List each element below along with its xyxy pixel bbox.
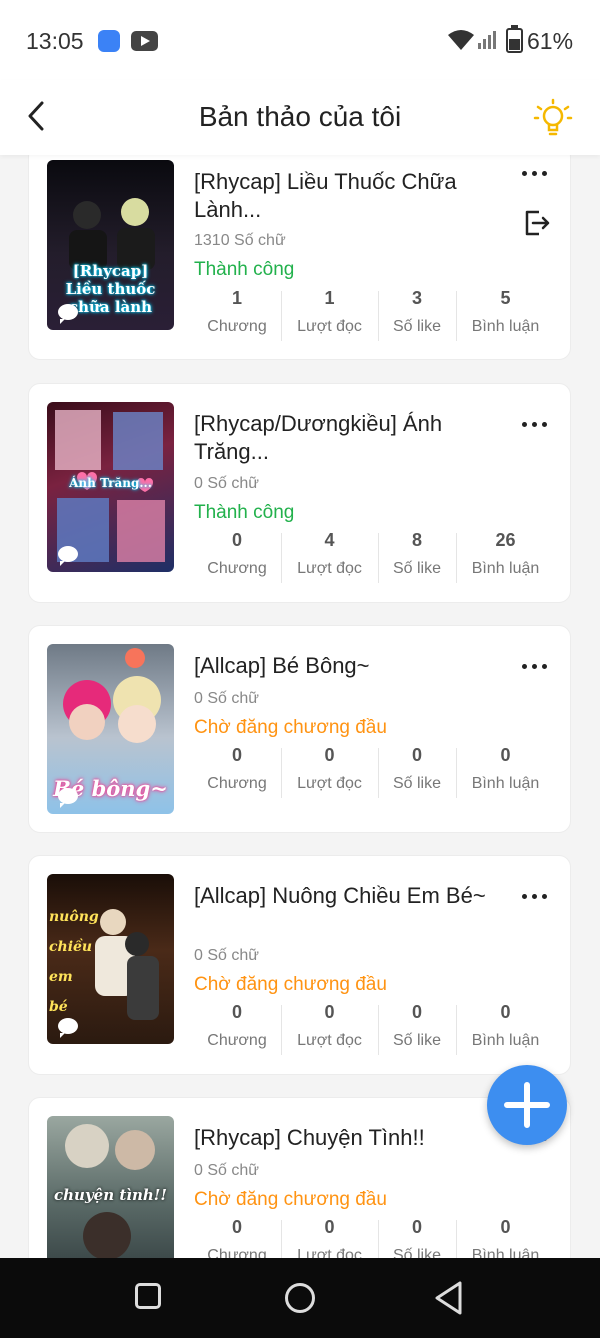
comment-label: Bình luận [471, 1032, 540, 1049]
comment-bubble-icon [58, 788, 78, 808]
chapter-label: Chương [207, 1247, 267, 1258]
comment-bubble-icon [58, 546, 78, 566]
comment-label: Bình luận [471, 775, 540, 792]
home-icon[interactable] [285, 1283, 315, 1313]
like-count: 0 [411, 1002, 422, 1022]
like-label: Số like [392, 1032, 442, 1049]
story-card[interactable]: Ánh Trăng... [Rhycap/Dươngkiều] Ánh Trăn… [28, 383, 571, 603]
wifi-icon [448, 30, 474, 50]
story-cover-image[interactable]: nuông chiều em bé [47, 874, 174, 1044]
comment-label: Bình luận [471, 560, 540, 577]
story-stats: 0 Chương 0 Lượt đọc 0 Số like 0 Bình luận [194, 1216, 554, 1258]
chapter-label: Chương [207, 775, 267, 792]
plus-icon [504, 1082, 550, 1128]
like-count: 8 [411, 530, 422, 550]
comment-label: Bình luận [471, 1247, 540, 1258]
story-status: Chờ đăng chương đầu [194, 1189, 387, 1210]
read-count: 0 [324, 745, 335, 765]
read-label: Lượt đọc [297, 775, 362, 792]
read-count: 0 [324, 1002, 335, 1022]
nav-back-icon[interactable] [434, 1280, 466, 1316]
story-status: Thành công [194, 259, 295, 280]
story-card[interactable]: nuông chiều em bé [Allcap] Nuông Chiều E… [28, 855, 571, 1075]
chapter-count: 0 [231, 745, 242, 765]
page-title: Bản thảo của tôi [198, 101, 402, 132]
story-stats: 0 Chương 0 Lượt đọc 0 Số like 0 Bình luận [194, 1001, 554, 1057]
read-count: 4 [324, 530, 335, 550]
chapter-count: 1 [231, 288, 242, 308]
story-title[interactable]: [Allcap] Bé Bông~ [194, 652, 494, 680]
story-status: Thành công [194, 502, 295, 523]
story-stats: 0 Chương 0 Lượt đọc 0 Số like 0 Bình luận [194, 744, 554, 800]
status-bar: 13:05 61% [0, 0, 600, 80]
youtube-icon [131, 31, 158, 51]
chapter-count: 0 [231, 1217, 242, 1237]
story-cover-image[interactable]: Ánh Trăng... [47, 402, 174, 572]
story-cover-image[interactable]: Bé bông~ [47, 644, 174, 814]
like-label: Số like [392, 560, 442, 577]
story-cover-text: chuyện tình!! [54, 1186, 167, 1204]
comment-bubble-icon [58, 1018, 78, 1038]
word-count: 1310 Số chữ [194, 232, 286, 249]
read-label: Lượt đọc [297, 1247, 362, 1258]
more-options-icon[interactable] [522, 171, 552, 179]
story-cover-text: nuông chiều em bé [49, 909, 99, 1015]
chapter-label: Chương [207, 1032, 267, 1049]
story-cover-image[interactable]: chuyện tình!! [47, 1116, 174, 1258]
comment-count: 0 [500, 1002, 511, 1022]
recents-icon[interactable] [135, 1283, 161, 1309]
chapter-count: 0 [231, 1002, 242, 1022]
like-count: 3 [411, 288, 422, 308]
word-count: 0 Số chữ [194, 1162, 259, 1179]
comment-count: 26 [495, 530, 516, 550]
read-label: Lượt đọc [297, 318, 362, 335]
battery-percent: 61% [527, 28, 574, 54]
like-count: 0 [411, 745, 422, 765]
comment-bubble-icon [58, 304, 78, 324]
story-stats: 0 Chương 4 Lượt đọc 8 Số like 26 Bình luận [194, 529, 554, 585]
status-time: 13:05 [26, 28, 84, 54]
more-options-icon[interactable] [522, 664, 552, 672]
signal-icon [478, 31, 496, 49]
story-title[interactable]: [Rhycap/Dươngkiều] Ánh Trăng... [194, 410, 494, 466]
story-cover-image[interactable]: [Rhycap] Liều thuốc chữa lành [47, 160, 174, 330]
story-card[interactable]: Bé bông~ [Allcap] Bé Bông~ 0 Số chữ Chờ … [28, 625, 571, 833]
chapter-label: Chương [207, 318, 267, 335]
more-options-icon[interactable] [522, 894, 552, 902]
export-icon[interactable] [522, 208, 552, 238]
comment-count: 0 [500, 745, 511, 765]
app-header: Bản thảo của tôi [0, 80, 600, 155]
comment-count: 5 [500, 288, 511, 308]
read-label: Lượt đọc [297, 1032, 362, 1049]
word-count: 0 Số chữ [194, 947, 259, 964]
comment-count: 0 [500, 1217, 511, 1237]
word-count: 0 Số chữ [194, 690, 259, 707]
story-cover-text: Ánh Trăng... [69, 476, 152, 490]
story-status: Chờ đăng chương đầu [194, 717, 387, 738]
comment-label: Bình luận [471, 318, 540, 335]
story-title[interactable]: [Rhycap] Chuyện Tình!! [194, 1124, 494, 1152]
add-story-button[interactable] [487, 1065, 567, 1145]
like-label: Số like [392, 318, 442, 335]
story-stats: 1 Chương 1 Lượt đọc 3 Số like 5 Bình luận [194, 287, 554, 343]
word-count: 0 Số chữ [194, 475, 259, 492]
like-label: Số like [392, 775, 442, 792]
lightbulb-icon[interactable] [531, 96, 575, 140]
story-title[interactable]: [Allcap] Nuông Chiều Em Bé~ [194, 882, 494, 910]
app-notification-icon [98, 30, 120, 52]
read-count: 1 [324, 288, 335, 308]
like-label: Số like [392, 1247, 442, 1258]
chapter-count: 0 [231, 530, 242, 550]
read-label: Lượt đọc [297, 560, 362, 577]
read-count: 0 [324, 1217, 335, 1237]
more-options-icon[interactable] [522, 422, 552, 430]
battery-icon [506, 25, 523, 53]
story-title[interactable]: [Rhycap] Liều Thuốc Chữa Lành... [194, 168, 494, 224]
chapter-label: Chương [207, 560, 267, 577]
like-count: 0 [411, 1217, 422, 1237]
story-status: Chờ đăng chương đầu [194, 974, 387, 995]
story-card[interactable]: [Rhycap] Liều thuốc chữa lành [Rhycap] L… [28, 155, 571, 360]
